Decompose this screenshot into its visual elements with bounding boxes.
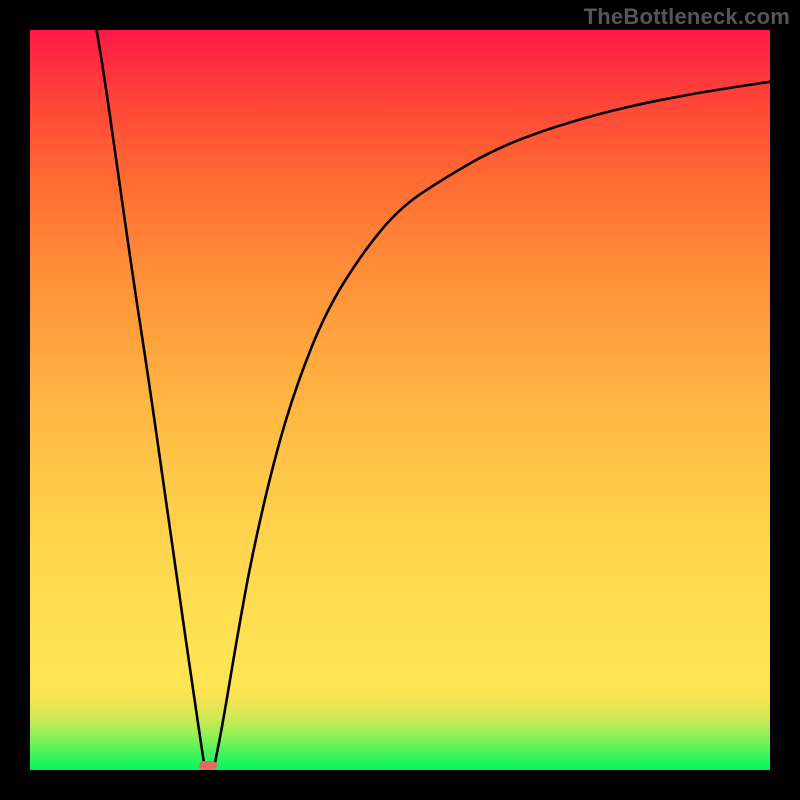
watermark-text: TheBottleneck.com	[584, 4, 790, 30]
curve-right-branch	[215, 82, 770, 763]
chart-plot-area	[30, 30, 770, 770]
bottleneck-curve	[30, 30, 770, 770]
bottleneck-marker	[199, 761, 217, 770]
curve-left-branch	[97, 30, 204, 763]
chart-frame: TheBottleneck.com	[0, 0, 800, 800]
